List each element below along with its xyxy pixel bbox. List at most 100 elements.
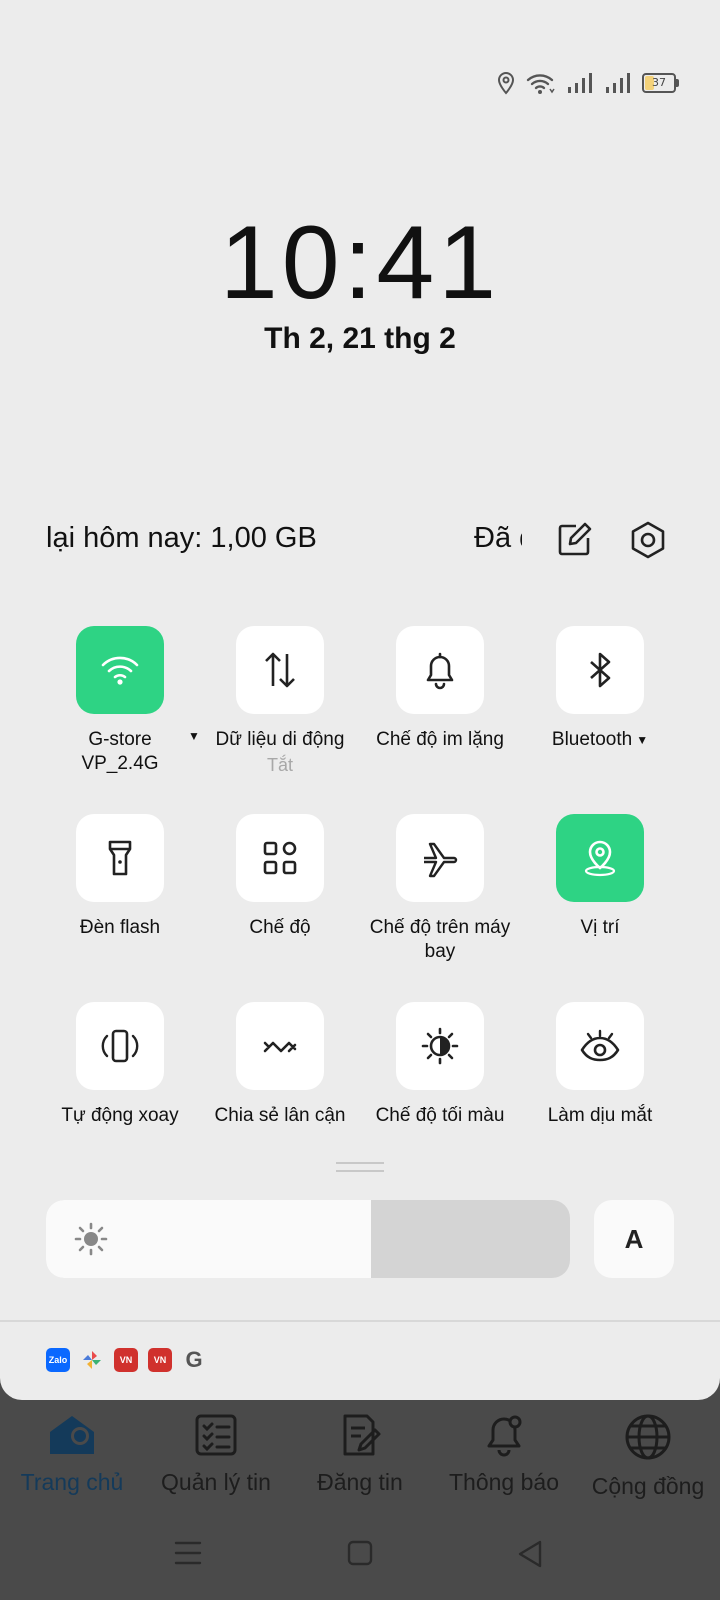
tile-mobile-data[interactable]: Dữ liệu di động Tắt [200,626,360,778]
tile-mobile-data-button[interactable] [236,626,324,714]
panel-drag-handle[interactable] [336,1162,384,1172]
tile-wifi[interactable]: G-store VP_2.4G [40,626,200,776]
notification-bell-icon [487,1415,522,1457]
tile-bluetooth-label: Bluetooth ▼ [520,728,680,752]
tile-nearby-share-label: Chia sẻ lân cận [214,1105,346,1126]
settings-button[interactable] [628,520,668,565]
tile-location[interactable]: Vị trí [520,814,680,940]
signal-sim2-icon [604,72,632,94]
wifi-icon [101,656,139,685]
status-bar-icons: 37 [496,70,679,96]
back-button[interactable] [516,1540,544,1573]
system-navigation-bar [0,1530,720,1580]
location-status-icon [496,71,516,95]
wifi-status-icon [526,71,556,95]
tile-modes-button[interactable] [236,814,324,902]
bluetooth-dropdown-caret-icon[interactable]: ▼ [636,728,648,752]
globe-icon [625,1414,671,1460]
gear-icon [631,521,665,559]
zalo-icon: Zalo [46,1348,70,1372]
nav-notifications[interactable]: Thông báo [432,1412,576,1496]
location-icon [584,840,616,877]
tile-modes[interactable]: Chế độ [200,814,360,940]
divider [0,1320,720,1322]
signal-sim1-icon [566,72,594,94]
flashlight-icon [108,840,132,876]
nav-manage-posts[interactable]: Quản lý tin [144,1412,288,1496]
tile-airplane-mode-label: Chế độ trên máy bay [369,917,511,962]
data-usage-text-secondary: Đã d [474,522,522,554]
back-triangle-icon [518,1540,542,1568]
square-home-icon [347,1540,373,1566]
data-usage-text: lại hôm nay: 1,00 GB [46,522,317,554]
bell-icon [426,652,454,690]
tile-airplane-mode-button[interactable] [396,814,484,902]
tile-nearby-share[interactable]: Chia sẻ lân cận [200,1002,360,1128]
eye-icon [580,1029,620,1062]
tile-silent-mode-button[interactable] [396,626,484,714]
tile-eye-comfort-label: Làm dịu mắt [547,1105,653,1126]
data-usage-row: lại hôm nay: 1,00 GB Đã d [46,510,674,570]
recent-apps-button[interactable] [174,1540,202,1571]
google-icon: G [185,1347,203,1372]
dark-mode-icon [421,1027,459,1065]
tile-flashlight-button[interactable] [76,814,164,902]
edit-icon [558,522,592,556]
tile-modes-label: Chế độ [249,917,311,938]
nav-community-label: Cộng đồng [591,1473,705,1499]
tile-dark-mode-label: Chế độ tối màu [375,1105,505,1126]
checklist-icon [195,1414,237,1456]
tile-silent-mode-label: Chế độ im lặng [376,729,504,750]
mobile-data-icon [265,652,295,688]
tile-eye-comfort[interactable]: Làm dịu mắt [520,1002,680,1128]
tile-auto-rotate-label: Tự động xoay [61,1105,179,1126]
battery-level: 37 [652,76,666,89]
tile-nearby-share-button[interactable] [236,1002,324,1090]
rotate-icon [101,1029,139,1063]
tile-flashlight[interactable]: Đèn flash [40,814,200,940]
home-button[interactable] [347,1540,373,1571]
clock-time: 10:41 [219,205,501,321]
tile-bluetooth-button[interactable] [556,626,644,714]
tile-bluetooth-label-text: Bluetooth [551,729,633,751]
write-post-icon [343,1414,381,1456]
quick-settings-panel: 37 10:41 Th 2, 21 thg 2 lại hôm nay: 1,0… [0,0,720,1400]
edit-tiles-button[interactable] [554,520,594,565]
app-bottom-navigation: Trang chủ Quản lý tin Đăng tin Thông báo… [0,1400,720,1508]
tile-dark-mode-button[interactable] [396,1002,484,1090]
nav-home[interactable]: Trang chủ [0,1412,144,1496]
tile-location-label: Vị trí [580,917,620,938]
brightness-icon [74,1222,108,1256]
nav-home-label: Trang chủ [20,1469,124,1495]
tile-mobile-data-status: Tắt [266,755,293,775]
tile-auto-rotate[interactable]: Tự động xoay [40,1002,200,1128]
tile-auto-rotate-button[interactable] [76,1002,164,1090]
vn-app-2-icon: VN [148,1348,172,1372]
tile-mobile-data-label: Dữ liệu di động [215,729,345,750]
notification-icons: Zalo VN VN G [46,1347,206,1372]
tile-flashlight-label: Đèn flash [79,917,161,938]
nearby-share-icon [263,1041,297,1053]
tile-airplane-mode[interactable]: Chế độ trên máy bay [360,814,520,964]
tile-wifi-label: G-store VP_2.4G [81,729,159,774]
nav-community[interactable]: Cộng đồng [576,1412,720,1500]
grid-icon [263,841,297,875]
tile-silent-mode[interactable]: Chế độ im lặng [360,626,520,752]
brightness-slider[interactable] [46,1200,570,1278]
tile-wifi-button[interactable] [76,626,164,714]
pinwheel-icon [80,1348,104,1372]
tile-eye-comfort-button[interactable] [556,1002,644,1090]
airplane-icon [424,842,458,878]
wifi-dropdown-caret-icon[interactable]: ▼ [188,729,200,743]
vn-app-1-icon: VN [114,1348,138,1372]
nav-post-ad-label: Đăng tin [317,1469,403,1495]
auto-brightness-button[interactable]: A [594,1200,674,1278]
tile-bluetooth[interactable]: Bluetooth ▼ [520,626,680,752]
tile-dark-mode[interactable]: Chế độ tối màu [360,1002,520,1128]
battery-icon: 37 [642,73,679,93]
menu-icon [174,1541,202,1565]
nav-notifications-label: Thông báo [449,1469,559,1495]
home-store-icon [50,1416,94,1454]
nav-post-ad[interactable]: Đăng tin [288,1412,432,1496]
tile-location-button[interactable] [556,814,644,902]
